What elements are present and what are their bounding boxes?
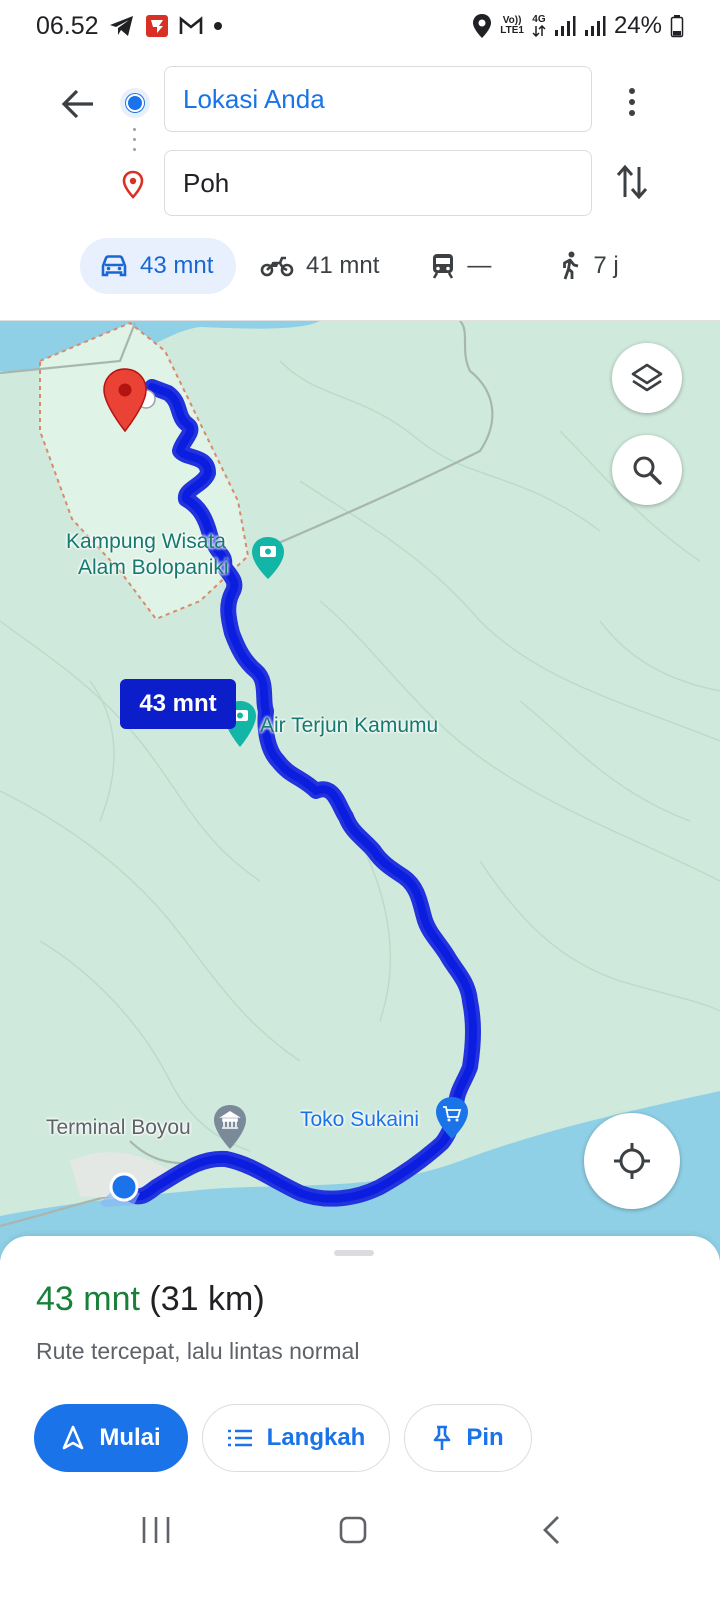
app-notification-icon xyxy=(145,14,169,38)
mode-tab-walk[interactable]: 7 j xyxy=(539,238,638,294)
directions-header: Lokasi Anda Poh 43 mnt 41 mnt — 7 j xyxy=(0,52,720,320)
mode-car-label: 43 mnt xyxy=(140,252,214,279)
telegram-icon xyxy=(109,15,135,37)
mode-tab-car[interactable]: 43 mnt xyxy=(80,238,236,294)
search-icon xyxy=(633,456,662,485)
route-connector-dots xyxy=(133,128,136,151)
volte-icon: Vo)) LTE1 xyxy=(500,16,524,36)
navigation-arrow-icon xyxy=(63,1425,84,1450)
home-icon[interactable] xyxy=(338,1510,368,1550)
mode-tab-motorcycle[interactable]: 41 mnt xyxy=(240,238,399,294)
mode-walk-label: 7 j xyxy=(593,252,619,279)
poi-label-toko-sukaini[interactable]: Toko Sukaini xyxy=(300,1107,419,1132)
start-button-label: Mulai xyxy=(99,1424,161,1451)
battery-icon xyxy=(670,14,684,38)
swap-button[interactable] xyxy=(612,160,652,204)
start-button[interactable]: Mulai xyxy=(34,1404,188,1472)
battery-level: 24% xyxy=(613,12,662,39)
status-bar: 06.52 Vo)) LTE1 4G 24% xyxy=(0,0,720,52)
more-options-button[interactable] xyxy=(614,80,650,124)
my-location-button[interactable] xyxy=(584,1113,680,1209)
mode-motorcycle-label: 41 mnt xyxy=(306,252,380,279)
steps-button-label: Langkah xyxy=(266,1424,366,1451)
route-distance: (31 km) xyxy=(149,1280,265,1318)
status-time: 06.52 xyxy=(36,11,99,40)
lte-label: LTE1 xyxy=(500,25,524,36)
route-duration: 43 mnt xyxy=(36,1280,140,1318)
pin-icon xyxy=(434,1425,451,1450)
status-left: 06.52 xyxy=(36,12,223,41)
signal-strength-icon xyxy=(584,15,606,37)
transit-icon xyxy=(433,254,454,279)
map-search-button[interactable] xyxy=(612,435,682,505)
origin-field[interactable]: Lokasi Anda xyxy=(164,66,592,132)
layers-icon xyxy=(631,363,663,392)
route-summary: 43 mnt (31 km) xyxy=(36,1280,265,1319)
route-description: Rute tercepat, lalu lintas normal xyxy=(36,1338,360,1364)
more-notifications-dot-icon xyxy=(213,21,223,31)
network-4g-icon: 4G xyxy=(532,15,546,37)
mode-tab-transit[interactable]: — xyxy=(411,238,511,294)
signal-strength-icon xyxy=(554,15,576,37)
car-icon xyxy=(101,255,127,277)
pin-button[interactable]: Pin xyxy=(404,1404,532,1472)
gmail-icon xyxy=(179,16,203,36)
swap-vertical-icon xyxy=(616,164,648,200)
location-icon xyxy=(472,13,492,39)
destination-pin-icon xyxy=(120,170,146,200)
origin-dot-icon xyxy=(120,88,150,118)
poi-label-terminal-boyou[interactable]: Terminal Boyou xyxy=(46,1115,191,1140)
poi-label-kampung-wisata-line2[interactable]: Alam Bolopaniki xyxy=(78,555,229,580)
camera-icon[interactable] xyxy=(252,537,284,579)
recent-apps-icon[interactable] xyxy=(140,1510,172,1550)
pin-button-label: Pin xyxy=(466,1424,504,1451)
route-time-bubble[interactable]: 43 mnt xyxy=(120,679,236,729)
map-view[interactable]: Kampung Wisata Alam Bolopaniki Air Terju… xyxy=(0,320,720,1260)
bank-icon[interactable] xyxy=(214,1105,246,1149)
motorcycle-icon xyxy=(260,256,294,277)
back-button[interactable] xyxy=(56,82,100,126)
back-nav-icon[interactable] xyxy=(540,1510,562,1550)
route-actions: Mulai Langkah Pin xyxy=(34,1404,532,1472)
sheet-drag-handle[interactable] xyxy=(334,1250,374,1256)
poi-label-kampung-wisata-line1[interactable]: Kampung Wisata xyxy=(66,529,226,554)
walk-icon xyxy=(563,251,579,280)
system-nav-bar xyxy=(0,1490,720,1570)
arrow-back-icon xyxy=(61,89,93,119)
crosshair-icon xyxy=(614,1143,650,1179)
poi-label-air-terjun-kamumu[interactable]: Air Terjun Kamumu xyxy=(260,713,438,738)
steps-button[interactable]: Langkah xyxy=(202,1404,390,1472)
list-icon xyxy=(227,1429,252,1447)
travel-mode-tabs: 43 mnt 41 mnt — 7 j xyxy=(80,238,639,294)
layers-button[interactable] xyxy=(612,343,682,413)
mode-transit-label: — xyxy=(467,252,492,279)
destination-field[interactable]: Poh xyxy=(164,150,592,216)
network-type-label: 4G xyxy=(532,14,546,25)
status-right: Vo)) LTE1 4G 24% xyxy=(472,12,684,40)
